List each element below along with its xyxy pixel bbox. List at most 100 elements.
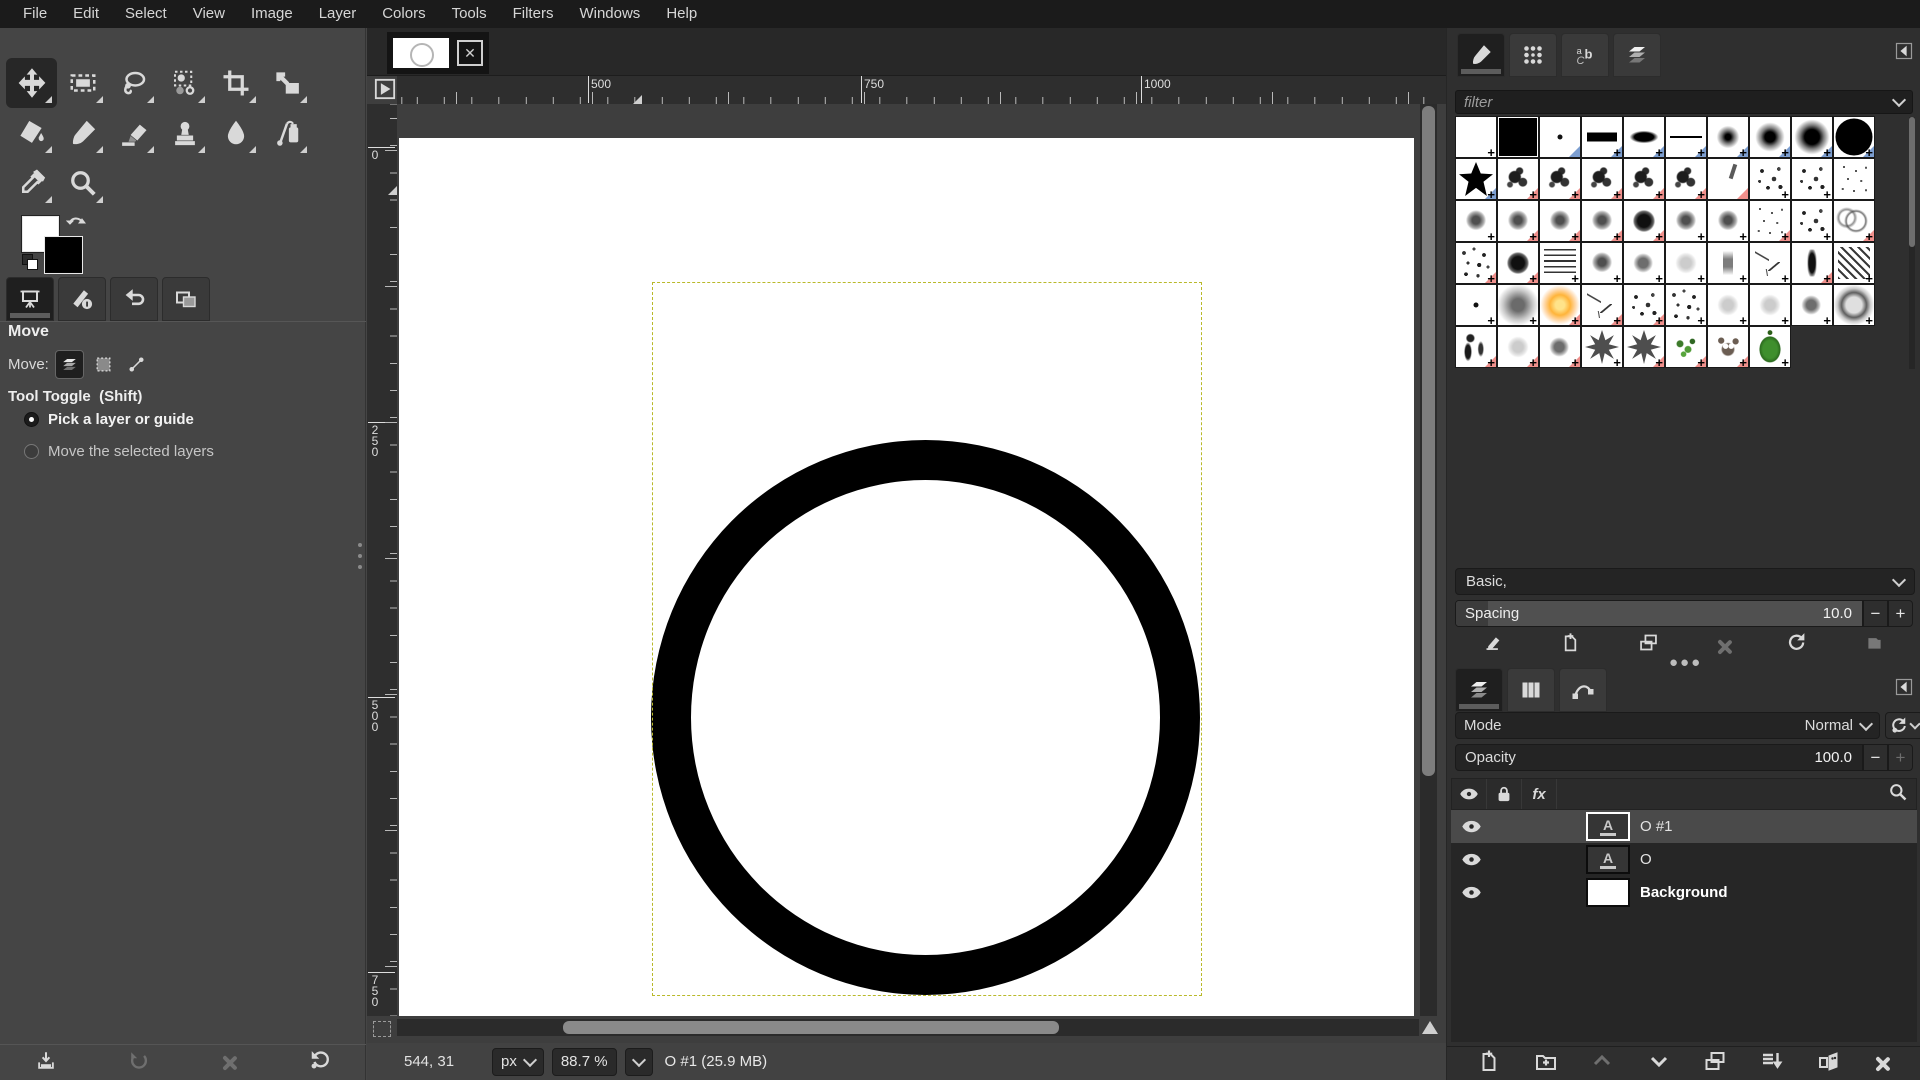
zoom-select[interactable] [625,1048,653,1076]
brush-thumbnail[interactable]: + [1792,201,1832,241]
brush-thumbnail[interactable]: + [1750,117,1790,157]
clone-tool[interactable] [159,108,210,158]
default-colors-icon[interactable] [22,254,40,272]
brush-thumbnail[interactable]: + [1540,201,1580,241]
brush-thumbnail[interactable]: + [1456,285,1496,325]
brush-thumbnail[interactable]: + [1498,327,1538,367]
brush-thumbnail[interactable]: + [1624,243,1664,283]
blur-tool[interactable] [210,108,261,158]
brush-thumbnail[interactable]: + [1750,201,1790,241]
restore-tool-preset-button[interactable] [128,1050,150,1077]
brush-thumbnail[interactable]: + [1666,327,1706,367]
zoom-value[interactable]: 88.7 % [552,1048,617,1076]
refresh-brushes-button[interactable] [1786,632,1807,658]
delete-tool-preset-button[interactable] [220,1054,238,1072]
brush-thumbnail[interactable]: + [1498,201,1538,241]
new-layer-button[interactable] [1477,1049,1501,1078]
brush-thumbnail[interactable]: + [1750,327,1790,367]
brush-thumbnail[interactable]: + [1624,201,1664,241]
ruler-corner-menu-button[interactable] [374,78,396,102]
spacing-slider[interactable]: Spacing 10.0 [1455,600,1863,627]
horizontal-scrollbar[interactable] [397,1019,1419,1036]
brush-grid-scrollbar[interactable] [1909,117,1915,369]
raise-layer-button[interactable] [1590,1049,1614,1078]
vertical-scrollbar-thumb[interactable] [1422,106,1435,776]
visibility-eye-icon[interactable] [1451,882,1491,903]
menu-tools[interactable]: Tools [439,0,500,28]
visibility-eye-icon[interactable] [1451,849,1491,870]
spacing-decrease-button[interactable]: − [1863,600,1888,627]
tab-paths[interactable] [1559,668,1607,712]
radio-pick-layer-or-guide[interactable]: Pick a layer or guide [24,411,194,428]
brush-thumbnail[interactable]: + [1498,243,1538,283]
brush-filter-input[interactable]: filter [1455,90,1913,114]
brush-thumbnail[interactable]: + [1540,159,1580,199]
brush-thumbnail[interactable]: + [1456,201,1496,241]
brush-thumbnail[interactable]: + [1666,285,1706,325]
brush-thumbnail[interactable]: + [1834,117,1874,157]
search-icon[interactable] [1888,782,1908,807]
brush-thumbnail[interactable]: + [1624,285,1664,325]
swap-colors-icon[interactable] [66,212,86,230]
brush-thumbnail[interactable]: + [1708,285,1748,325]
brush-thumbnail[interactable]: + [1834,285,1874,325]
crop-tool[interactable] [210,58,261,108]
horizontal-ruler[interactable]: 5007501000 [397,76,1446,104]
eraser-tool[interactable] [108,108,159,158]
paintbrush-tool[interactable] [57,108,108,158]
duplicate-layer-button[interactable] [1703,1049,1727,1078]
brush-thumbnail[interactable]: + [1456,117,1496,157]
brush-thumbnail[interactable]: + [1456,159,1496,199]
brush-thumbnail[interactable]: + [1792,159,1832,199]
menu-windows[interactable]: Windows [566,0,653,28]
image-tab[interactable]: ✕ [387,32,489,74]
dock-collapse-icon[interactable] [1895,42,1913,60]
tab-channels[interactable] [1507,668,1555,712]
menu-view[interactable]: View [180,0,238,28]
brush-thumbnail[interactable]: + [1624,159,1664,199]
add-mask-button[interactable] [1816,1049,1840,1078]
new-brush-button[interactable] [1560,632,1581,658]
vertical-scrollbar[interactable] [1420,104,1437,1016]
menu-help[interactable]: Help [653,0,710,28]
brush-thumbnail[interactable]: + [1498,285,1538,325]
tab-fonts[interactable]: aCb [1561,33,1609,77]
brush-thumbnail[interactable]: + [1750,243,1790,283]
menu-layer[interactable]: Layer [306,0,370,28]
quick-mask-toggle[interactable] [373,1021,391,1037]
move-tool[interactable] [6,58,57,108]
tab-undo-history[interactable] [110,277,158,321]
horizontal-scrollbar-thumb[interactable] [563,1021,1059,1034]
canvas-image[interactable] [399,138,1414,1016]
radio-move-selected-layers[interactable]: Move the selected layers [24,443,214,460]
spacing-increase-button[interactable]: + [1888,600,1913,627]
dock-collapse-icon[interactable] [1895,678,1913,696]
brush-thumbnail[interactable]: + [1624,327,1664,367]
opacity-increase-button[interactable]: + [1888,744,1913,771]
edit-brush-button[interactable] [1483,632,1504,658]
tab-brushes[interactable] [1457,33,1505,77]
brush-thumbnail[interactable]: + [1750,159,1790,199]
brush-thumbnail[interactable]: + [1456,243,1496,283]
open-brush-as-image-button[interactable] [1864,632,1885,658]
layer-mode-select[interactable]: Mode Normal [1455,712,1880,739]
brush-group-select[interactable]: Basic, [1455,568,1915,595]
brush-thumbnail[interactable]: + [1708,327,1748,367]
brush-thumbnail[interactable]: + [1582,285,1622,325]
brush-thumbnail[interactable]: + [1540,285,1580,325]
brush-thumbnail[interactable]: + [1792,117,1832,157]
lower-layer-button[interactable] [1647,1049,1671,1078]
tab-images[interactable] [162,277,210,321]
lock-visibility-button[interactable] [1452,779,1487,809]
brush-thumbnail[interactable]: + [1666,201,1706,241]
close-tab-icon[interactable]: ✕ [457,40,483,66]
rectangle-select-tool[interactable] [57,58,108,108]
zoom-tool[interactable] [57,158,108,208]
menu-edit[interactable]: Edit [60,0,112,28]
menu-filters[interactable]: Filters [500,0,567,28]
brush-thumbnail[interactable]: + [1666,243,1706,283]
brush-thumbnail[interactable]: + [1750,285,1790,325]
lock-pixels-button[interactable] [1487,779,1522,809]
brush-thumbnail[interactable]: + [1834,201,1874,241]
dock-resize-grip[interactable]: ●●● [1669,654,1702,671]
